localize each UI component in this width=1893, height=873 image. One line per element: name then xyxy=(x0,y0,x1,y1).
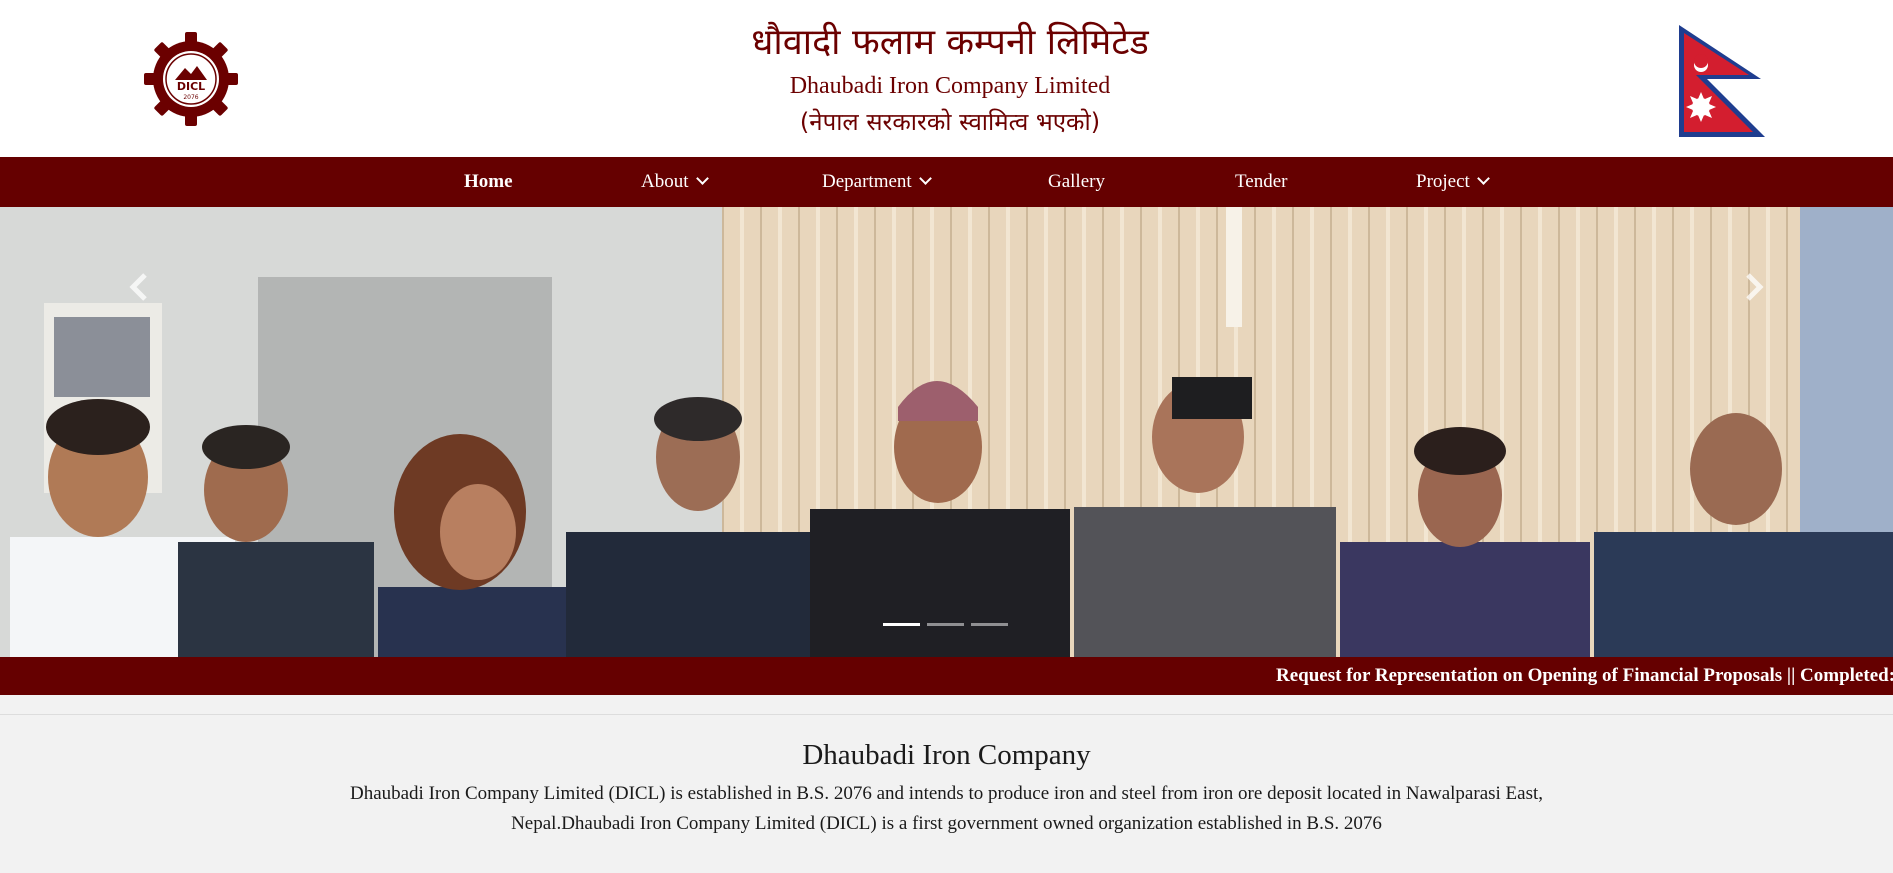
about-body-line-1: Dhaubadi Iron Company Limited (DICL) is … xyxy=(349,783,1544,804)
carousel-indicator-3[interactable] xyxy=(971,623,1008,626)
site-title-nepali: धौवादी फलाम कम्पनी लिमिटेड xyxy=(751,22,1149,63)
carousel-next-button[interactable] xyxy=(1733,267,1773,307)
dicl-logo[interactable]: DICL 2076 xyxy=(142,30,240,128)
about-body: Dhaubadi Iron Company Limited (DICL) is … xyxy=(312,779,1582,839)
about-heading: Dhaubadi Iron Company xyxy=(802,739,1091,771)
chevron-down-icon xyxy=(918,172,932,185)
chevron-down-icon xyxy=(1476,172,1490,185)
nav-item-label: Home xyxy=(464,171,513,192)
nav-item-department[interactable]: Department xyxy=(822,157,932,207)
nav-item-gallery[interactable]: Gallery xyxy=(1048,157,1105,207)
svg-text:2076: 2076 xyxy=(183,94,198,101)
nav-item-tender[interactable]: Tender xyxy=(1235,157,1287,207)
nav-item-label: Gallery xyxy=(1048,171,1105,192)
nav-item-project[interactable]: Project xyxy=(1416,157,1490,207)
chevron-left-icon xyxy=(129,273,147,301)
chevron-right-icon xyxy=(1746,273,1764,301)
nepal-flag-icon xyxy=(1677,23,1772,139)
nav-item-label: Tender xyxy=(1235,171,1288,192)
about-body-line-2: Nepal.Dhaubadi Iron Company Limited (DIC… xyxy=(511,813,1382,834)
photo-carousel[interactable] xyxy=(0,207,1893,657)
news-ticker: Request for Representation on Opening of… xyxy=(0,657,1893,695)
chevron-down-icon xyxy=(695,172,709,185)
nav-item-label: Project xyxy=(1416,171,1470,192)
nav-item-about[interactable]: About xyxy=(641,157,709,207)
main-navigation: Home About Department Gallery Tender Pro… xyxy=(0,157,1893,207)
site-subtitle-nepali: (नेपाल सरकारको स्वामित्व भएको) xyxy=(799,108,1101,136)
carousel-indicator-1[interactable] xyxy=(883,623,920,626)
about-section: Dhaubadi Iron Company Dhaubadi Iron Comp… xyxy=(0,735,1893,839)
site-title-block: धौवादी फलाम कम्पनी लिमिटेड Dhaubadi Iron… xyxy=(600,18,1300,140)
gear-logo-icon: DICL 2076 xyxy=(144,32,238,126)
nav-item-label: Department xyxy=(822,171,912,192)
group-photo-slide xyxy=(0,207,1893,657)
nav-item-label: About xyxy=(641,171,689,192)
section-divider xyxy=(0,714,1893,715)
ticker-text[interactable]: Request for Representation on Opening of… xyxy=(1276,657,1893,695)
carousel-prev-button[interactable] xyxy=(120,267,160,307)
site-title-english: Dhaubadi Iron Company Limited xyxy=(789,73,1111,99)
nav-item-home[interactable]: Home xyxy=(464,157,513,207)
carousel-indicators xyxy=(883,620,1013,630)
site-header: DICL 2076 धौवादी फलाम कम्पनी लिमिटेड Dha… xyxy=(0,0,1893,157)
carousel-indicator-2[interactable] xyxy=(927,623,964,626)
svg-text:DICL: DICL xyxy=(177,80,205,93)
